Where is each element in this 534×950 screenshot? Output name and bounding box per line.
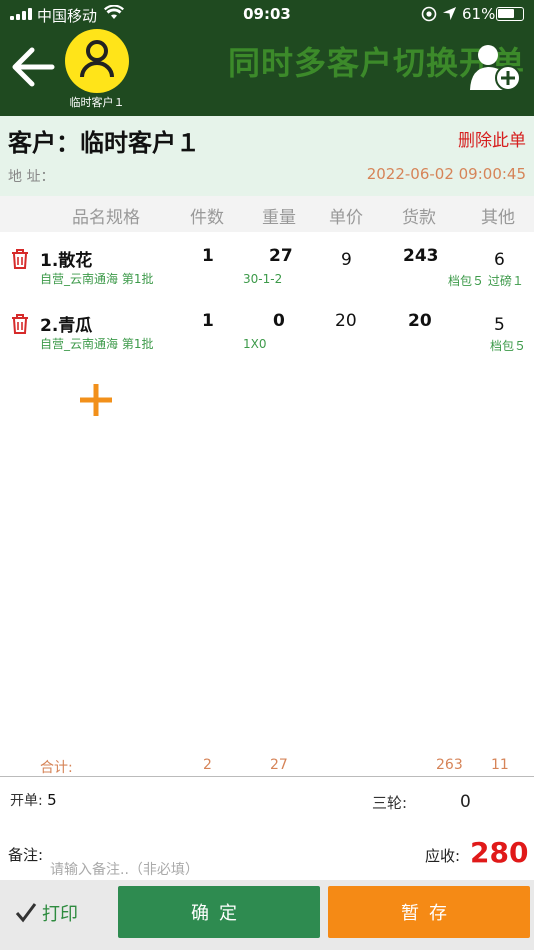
user-icon xyxy=(80,40,114,78)
delete-order-button[interactable]: 删除此单 xyxy=(458,126,526,151)
item-weight: 0 xyxy=(273,311,285,331)
item-weight-detail: 30-1-2 xyxy=(243,272,283,286)
open-count: 开单: 5 xyxy=(10,790,57,810)
customer-avatar[interactable] xyxy=(65,29,129,93)
item-count: 1 xyxy=(202,311,214,331)
item-other-detail: 档包５ 过磅１ xyxy=(448,274,524,288)
item-name: 2.青瓜 xyxy=(40,316,93,336)
item-weight: 27 xyxy=(269,246,293,266)
navigation-arrow-icon xyxy=(442,6,457,21)
three-wheel-label: 三轮: xyxy=(372,794,408,812)
item-source: 自营_云南通海 第1批 xyxy=(40,272,154,286)
three-wheel-value[interactable]: 0 xyxy=(460,792,471,812)
save-draft-button[interactable]: 暂存 xyxy=(328,886,530,938)
item-source: 自营_云南通海 第1批 xyxy=(40,337,154,351)
item-count: 1 xyxy=(202,246,214,266)
bottom-action-bar: 打印 确定 暂存 xyxy=(0,880,534,950)
item-other: 6 xyxy=(494,250,505,270)
print-button[interactable]: 打印 xyxy=(14,898,104,928)
col-amount: 货款 xyxy=(402,208,436,228)
item-other-detail: 档包５ xyxy=(490,339,527,353)
amount-due-label: 应收: xyxy=(425,847,461,865)
print-label: 打印 xyxy=(42,904,78,925)
col-weight: 重量 xyxy=(262,208,296,228)
header: 中国移动 09:03 61% 临时客户１ 同时多客户切换开单 xyxy=(0,0,534,116)
totals-weight: 27 xyxy=(270,757,288,773)
item-other: 5 xyxy=(494,315,505,335)
order-datetime: 2022-06-02 09:00:45 xyxy=(366,165,526,183)
trash-icon[interactable] xyxy=(10,313,30,335)
totals-count: 2 xyxy=(203,757,212,773)
location-icon xyxy=(421,6,437,22)
item-price: 9 xyxy=(341,250,352,270)
confirm-label: 确定 xyxy=(191,903,247,924)
item-name: 1.散花 xyxy=(40,251,93,271)
col-price: 单价 xyxy=(329,208,363,228)
customer-avatar-label: 临时客户１ xyxy=(69,96,125,109)
totals-amount: 263 xyxy=(436,757,463,773)
col-name: 品名规格 xyxy=(72,208,140,228)
add-user-icon[interactable] xyxy=(468,42,524,94)
address-label: 地 址： xyxy=(8,169,55,185)
amount-due-value: 280 xyxy=(470,836,529,869)
note-input[interactable] xyxy=(50,858,350,882)
item-price: 20 xyxy=(335,311,357,331)
item-amount: 20 xyxy=(408,311,432,331)
table-row[interactable]: 2.青瓜 自营_云南通海 第1批 1 0 1X0 20 20 5 档包５ xyxy=(0,311,534,371)
col-other: 其他 xyxy=(481,208,515,228)
note-label: 备注: xyxy=(8,846,44,864)
table-row[interactable]: 1.散花 自营_云南通海 第1批 1 27 30-1-2 9 243 6 档包５… xyxy=(0,246,534,306)
totals-row: 合计: 2 27 263 11 xyxy=(0,755,534,777)
customer-name: 客户：临时客户１ xyxy=(8,129,200,157)
col-count: 件数 xyxy=(190,208,224,228)
add-item-plus-icon[interactable] xyxy=(76,380,116,420)
totals-label: 合计: xyxy=(40,760,73,776)
battery-icon xyxy=(496,7,524,21)
item-weight-detail: 1X0 xyxy=(243,337,267,351)
save-draft-label: 暂存 xyxy=(401,903,457,924)
totals-other: 11 xyxy=(491,757,509,773)
table-header: 品名规格 件数 重量 单价 货款 其他 xyxy=(0,196,534,232)
open-value: 5 xyxy=(47,791,57,809)
trash-icon[interactable] xyxy=(10,248,30,270)
checkmark-icon xyxy=(15,903,37,923)
battery-percent: 61% xyxy=(462,5,496,23)
confirm-button[interactable]: 确定 xyxy=(118,886,320,938)
status-bar: 中国移动 09:03 61% xyxy=(0,0,534,28)
item-amount: 243 xyxy=(403,246,439,266)
customer-info: 客户：临时客户１ 删除此单 地 址： 2022-06-02 09:00:45 xyxy=(0,116,534,196)
open-label: 开单: xyxy=(10,793,43,809)
back-arrow-icon[interactable] xyxy=(10,44,56,90)
